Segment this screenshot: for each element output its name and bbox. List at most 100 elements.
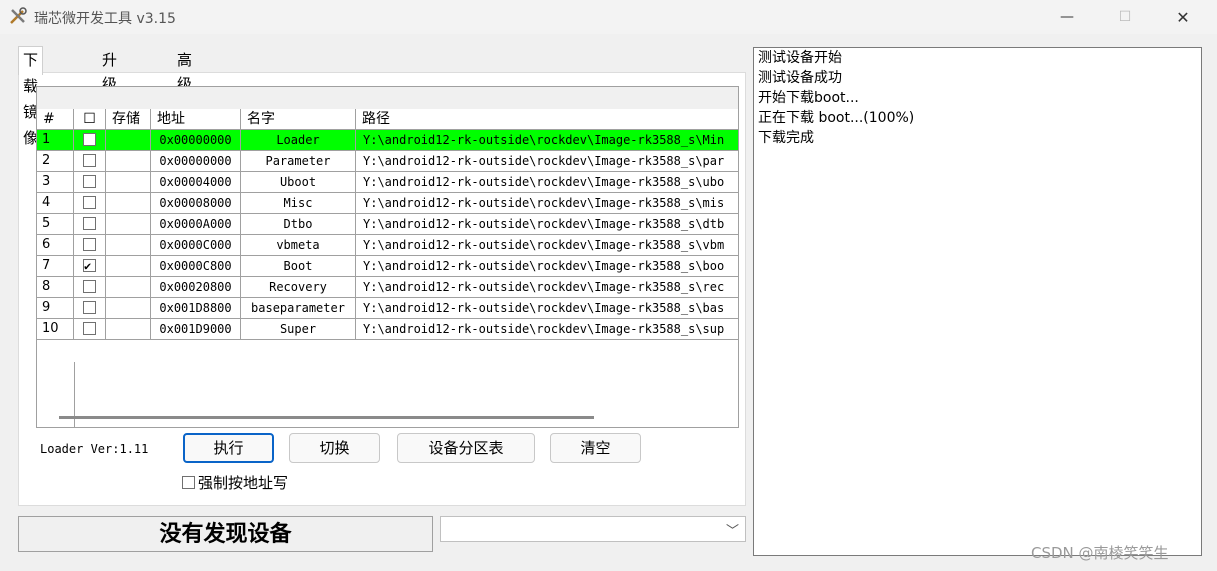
row-storage — [106, 214, 151, 234]
table-row[interactable]: 9 0x001D8800 baseparameter Y:\android12-rk-… — [37, 298, 738, 319]
row-checkbox-cell[interactable] — [74, 319, 106, 339]
row-checkbox[interactable] — [83, 238, 96, 251]
log-output[interactable]: 测试设备开始 测试设备成功 开始下载boot... 正在下载 boot...(100%… — [753, 47, 1202, 556]
row-name: Misc — [241, 193, 356, 213]
header-check[interactable]: ☐ — [74, 109, 106, 129]
row-path[interactable]: Y:\android12-rk-outside\rockdev\Image-rk… — [356, 193, 738, 213]
row-storage — [106, 277, 151, 297]
table-row[interactable]: 5 0x0000A000 Dtbo Y:\android12-rk-outside\r… — [37, 214, 738, 235]
force-address-write-label: 强制按地址写 — [198, 474, 289, 492]
row-storage — [106, 151, 151, 171]
table-row[interactable]: 2 0x00000000 Parameter Y:\android12-rk-outs… — [37, 151, 738, 172]
row-num: 5 — [37, 214, 74, 234]
row-checkbox[interactable] — [83, 133, 96, 146]
row-checkbox-cell[interactable] — [74, 172, 106, 192]
maximize-icon: ☐ — [1118, 9, 1132, 25]
row-num: 4 — [37, 193, 74, 213]
checkbox-icon[interactable] — [182, 476, 195, 489]
row-checkbox-cell[interactable] — [74, 151, 106, 171]
log-line: 测试设备成功 — [758, 70, 842, 86]
switch-button[interactable]: 切换 — [289, 433, 380, 463]
row-name: vbmeta — [241, 235, 356, 255]
force-address-write-checkbox[interactable]: 强制按地址写 — [182, 472, 288, 493]
row-storage — [106, 235, 151, 255]
row-checkbox-cell[interactable] — [74, 256, 106, 276]
row-checkbox-cell[interactable] — [74, 214, 106, 234]
row-num: 1 — [37, 130, 74, 150]
watermark: CSDN @南棱笑笑生 — [1031, 544, 1169, 562]
log-line: 正在下载 boot...(100%) — [758, 110, 915, 126]
table-row[interactable]: 6 0x0000C000 vbmeta Y:\android12-rk-outside… — [37, 235, 738, 256]
row-checkbox[interactable] — [83, 322, 96, 335]
close-icon: ✕ — [1176, 7, 1190, 27]
row-path[interactable]: Y:\android12-rk-outside\rockdev\Image-rk… — [356, 151, 738, 171]
table-row[interactable]: 4 0x00008000 Misc Y:\android12-rk-outside\r… — [37, 193, 738, 214]
image-table[interactable]: # ☐ 存储 地址 名字 路径 1 0x00000000 Loader Y:\andr… — [36, 86, 739, 428]
row-address: 0x001D8800 — [151, 298, 241, 318]
execute-button[interactable]: 执行 — [183, 433, 274, 463]
row-checkbox[interactable] — [83, 196, 96, 209]
title-bar: 瑞芯微开发工具 v3.15 — ☐ ✕ — [0, 0, 1217, 34]
minimize-button[interactable]: — — [1038, 0, 1096, 34]
row-address: 0x001D9000 — [151, 319, 241, 339]
row-path[interactable]: Y:\android12-rk-outside\rockdev\Image-rk… — [356, 172, 738, 192]
table-header: # ☐ 存储 地址 名字 路径 — [37, 109, 738, 130]
row-checkbox-cell[interactable] — [74, 193, 106, 213]
horizontal-scrollbar[interactable] — [59, 416, 594, 419]
row-name: Uboot — [241, 172, 356, 192]
row-address: 0x0000C800 — [151, 256, 241, 276]
row-address: 0x00020800 — [151, 277, 241, 297]
window-title: 瑞芯微开发工具 v3.15 — [34, 11, 176, 27]
row-name: Dtbo — [241, 214, 356, 234]
tab-advanced[interactable]: 高级功能 — [173, 48, 196, 141]
row-checkbox[interactable] — [83, 256, 96, 276]
row-checkbox[interactable] — [83, 301, 96, 314]
row-address: 0x00000000 — [151, 151, 241, 171]
tab-download-image[interactable]: 下载镜像 — [18, 46, 44, 147]
row-name: Super — [241, 319, 356, 339]
device-select[interactable]: ﹀ — [440, 516, 746, 542]
row-path[interactable]: Y:\android12-rk-outside\rockdev\Image-rk… — [356, 214, 738, 234]
row-path[interactable]: Y:\android12-rk-outside\rockdev\Image-rk… — [356, 277, 738, 297]
row-checkbox-cell[interactable] — [74, 298, 106, 318]
row-path[interactable]: Y:\android12-rk-outside\rockdev\Image-rk… — [356, 130, 738, 150]
header-address: 地址 — [151, 109, 241, 129]
table-row[interactable]: 10 0x001D9000 Super Y:\android12-rk-outside… — [37, 319, 738, 340]
maximize-button[interactable]: ☐ — [1096, 0, 1154, 34]
log-line: 下载完成 — [758, 130, 814, 146]
row-path[interactable]: Y:\android12-rk-outside\rockdev\Image-rk… — [356, 298, 738, 318]
tab-upgrade-firmware[interactable]: 升级固件 — [98, 48, 121, 141]
row-checkbox-cell[interactable] — [74, 130, 106, 150]
device-status: 没有发现设备 — [18, 516, 433, 552]
row-checkbox[interactable] — [83, 217, 96, 230]
clear-button[interactable]: 清空 — [550, 433, 641, 463]
partition-table-button[interactable]: 设备分区表 — [397, 433, 535, 463]
row-num: 8 — [37, 277, 74, 297]
row-address: 0x0000C000 — [151, 235, 241, 255]
row-num: 2 — [37, 151, 74, 171]
row-name: Loader — [241, 130, 356, 150]
table-row[interactable]: 1 0x00000000 Loader Y:\android12-rk-outside… — [37, 130, 738, 151]
row-checkbox[interactable] — [83, 280, 96, 293]
table-row[interactable]: 3 0x00004000 Uboot Y:\android12-rk-outside\… — [37, 172, 738, 193]
row-num: 10 — [37, 319, 74, 339]
header-name: 名字 — [241, 109, 356, 129]
table-row[interactable]: 8 0x00020800 Recovery Y:\android12-rk-outsi… — [37, 277, 738, 298]
row-path[interactable]: Y:\android12-rk-outside\rockdev\Image-rk… — [356, 256, 738, 276]
row-path[interactable]: Y:\android12-rk-outside\rockdev\Image-rk… — [356, 319, 738, 339]
row-checkbox[interactable] — [83, 175, 96, 188]
row-checkbox[interactable] — [83, 154, 96, 167]
row-address: 0x00000000 — [151, 130, 241, 150]
row-num: 7 — [37, 256, 74, 276]
table-row[interactable]: 7 0x0000C800BootY:\android12-rk-outside\r… — [37, 256, 738, 277]
row-name: Recovery — [241, 277, 356, 297]
row-checkbox-cell[interactable] — [74, 235, 106, 255]
header-storage: 存储 — [106, 109, 151, 129]
row-path[interactable]: Y:\android12-rk-outside\rockdev\Image-rk… — [356, 235, 738, 255]
header-num: # — [37, 109, 74, 129]
chevron-down-icon: ﹀ — [725, 524, 739, 539]
row-checkbox-cell[interactable] — [74, 277, 106, 297]
row-storage — [106, 319, 151, 339]
log-line: 开始下载boot... — [758, 90, 859, 106]
close-button[interactable]: ✕ — [1154, 0, 1212, 34]
